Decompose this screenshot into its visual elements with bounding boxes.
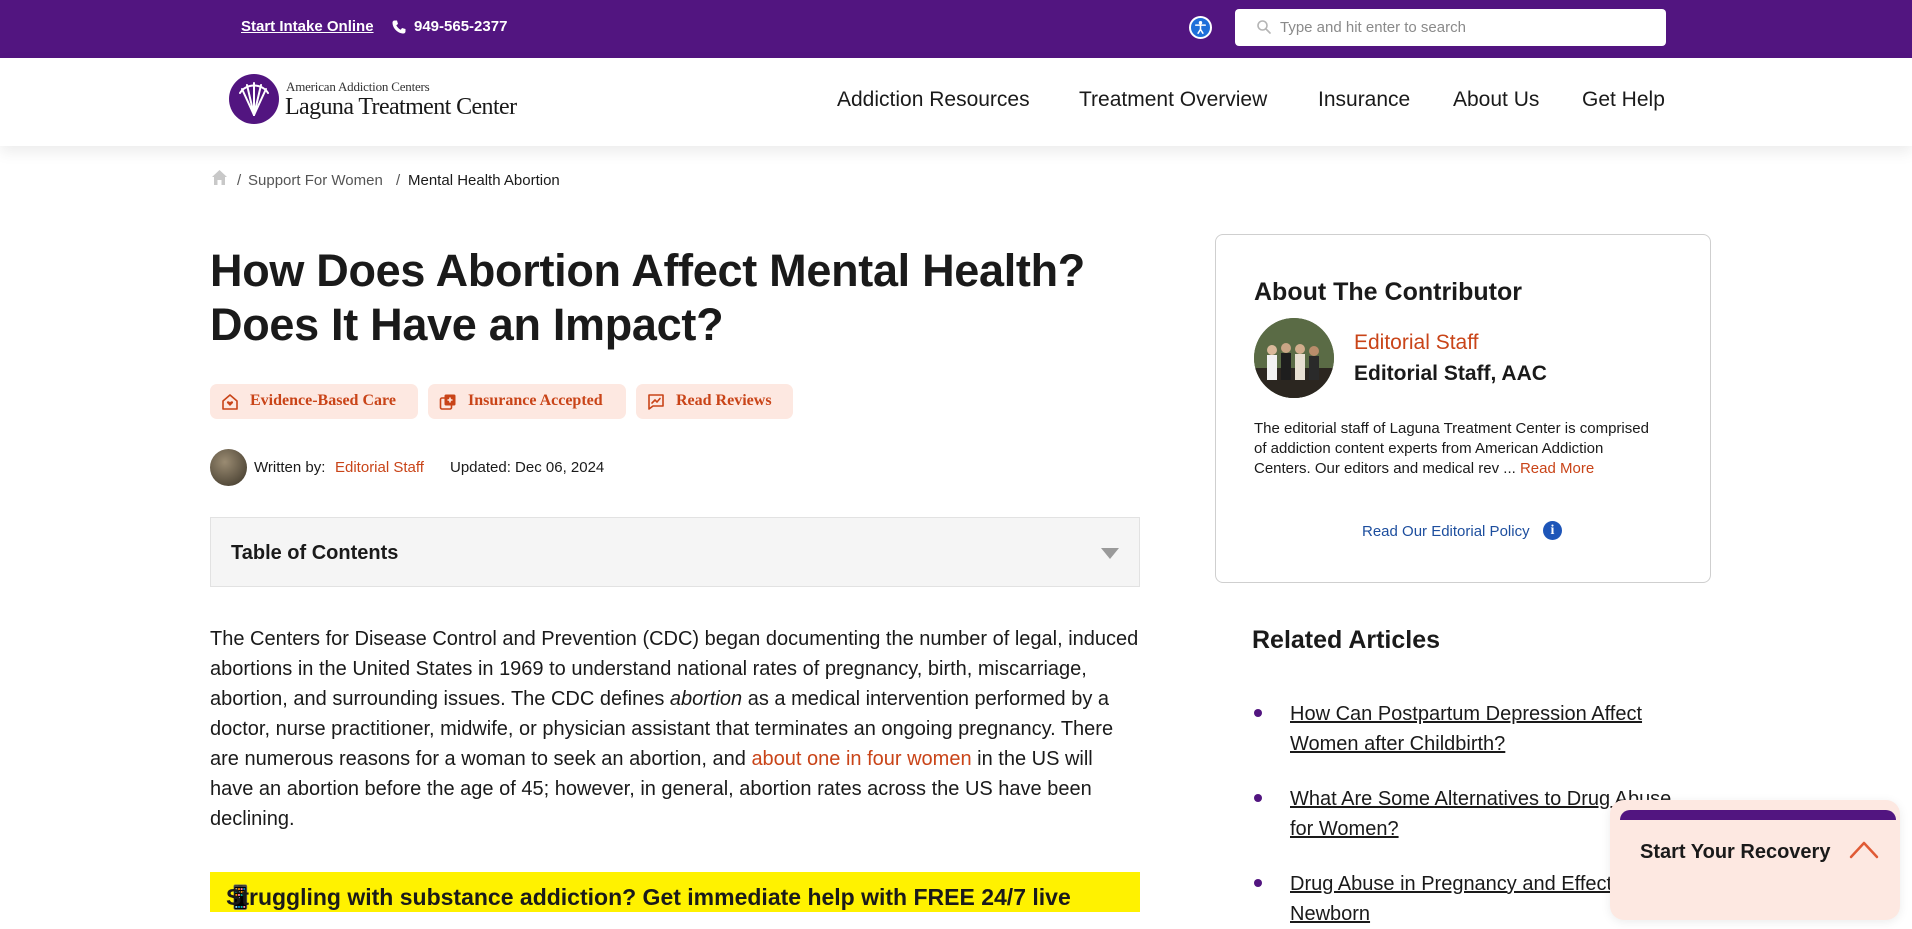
written-by-label: Written by: [254, 459, 326, 476]
badge-evidence-based-care[interactable]: Evidence-Based Care [210, 384, 418, 419]
toc-title: Table of Contents [231, 542, 399, 564]
title-line-2: Does It Have an Impact? [210, 299, 724, 350]
chevron-up-icon[interactable] [1849, 837, 1879, 861]
updated-date: Updated: Dec 06, 2024 [450, 459, 605, 476]
helpline-callout[interactable]: 📱 Struggling with substance addiction? G… [210, 872, 1140, 912]
badge-label: Evidence-Based Care [250, 392, 396, 409]
bullet-icon [1254, 709, 1262, 717]
bullet-icon [1254, 794, 1262, 802]
phone-icon [392, 20, 406, 34]
start-intake-link[interactable]: Start Intake Online [241, 18, 374, 35]
bullet-icon [1254, 879, 1262, 887]
logo-shell-icon[interactable] [228, 73, 280, 125]
home-icon[interactable] [210, 168, 229, 187]
para-italic: abortion [669, 688, 743, 710]
badge-label: Insurance Accepted [468, 392, 603, 409]
nav-get-help[interactable]: Get Help [1582, 88, 1665, 112]
phone-number[interactable]: 949-565-2377 [414, 18, 507, 35]
contributor-title: About The Contributor [1254, 278, 1522, 306]
search-input[interactable] [1280, 10, 1660, 45]
related-articles-title: Related Articles [1252, 626, 1441, 654]
title-line-1: How Does Abortion Affect Mental Health? [210, 245, 1085, 296]
author-avatar[interactable] [210, 449, 247, 486]
insurance-card-icon [439, 394, 456, 410]
contributor-org: Editorial Staff, AAC [1354, 362, 1547, 385]
cta-accent-bar [1620, 810, 1896, 820]
author-link[interactable]: Editorial Staff [335, 459, 424, 476]
article-paragraph: The Centers for Disease Control and Prev… [210, 624, 1140, 834]
read-more-link[interactable]: Read More [1520, 460, 1594, 477]
reviews-chart-icon [648, 394, 664, 410]
table-of-contents[interactable]: Table of Contents [210, 517, 1140, 587]
badge-insurance-accepted[interactable]: Insurance Accepted [428, 384, 626, 419]
contributor-description: The editorial staff of Laguna Treatment … [1254, 419, 1664, 479]
contributor-name-link[interactable]: Editorial Staff [1354, 331, 1479, 355]
start-recovery-label[interactable]: Start Your Recovery [1640, 841, 1830, 864]
breadcrumb-separator: / [237, 172, 242, 189]
badge-label: Read Reviews [676, 392, 772, 409]
info-icon[interactable]: i [1543, 521, 1562, 540]
home-heart-icon [222, 394, 238, 410]
nav-about-us[interactable]: About Us [1453, 88, 1539, 112]
nav-insurance[interactable]: Insurance [1318, 88, 1410, 112]
badge-read-reviews[interactable]: Read Reviews [636, 384, 793, 419]
nav-treatment-overview[interactable]: Treatment Overview [1079, 88, 1267, 112]
nav-addiction-resources[interactable]: Addiction Resources [837, 88, 1030, 112]
page-title: How Does Abortion Affect Mental Health? … [210, 244, 1140, 352]
logo-site-name[interactable]: Laguna Treatment Center [285, 94, 517, 121]
accessibility-icon[interactable] [1189, 16, 1212, 39]
search-icon [1257, 20, 1271, 34]
editorial-policy-link[interactable]: Read Our Editorial Policy [1362, 523, 1530, 540]
breadcrumb-current: Mental Health Abortion [408, 172, 560, 189]
related-article-link[interactable]: How Can Postpartum Depression Affect Wom… [1290, 699, 1690, 759]
chevron-down-icon[interactable] [1101, 548, 1119, 559]
breadcrumb-support-for-women[interactable]: Support For Women [248, 172, 383, 189]
one-in-four-link[interactable]: about one in four women [751, 748, 971, 770]
logo-parent-name: American Addiction Centers [286, 79, 430, 94]
contributor-avatar[interactable] [1254, 318, 1334, 398]
breadcrumb-separator: / [396, 172, 401, 189]
